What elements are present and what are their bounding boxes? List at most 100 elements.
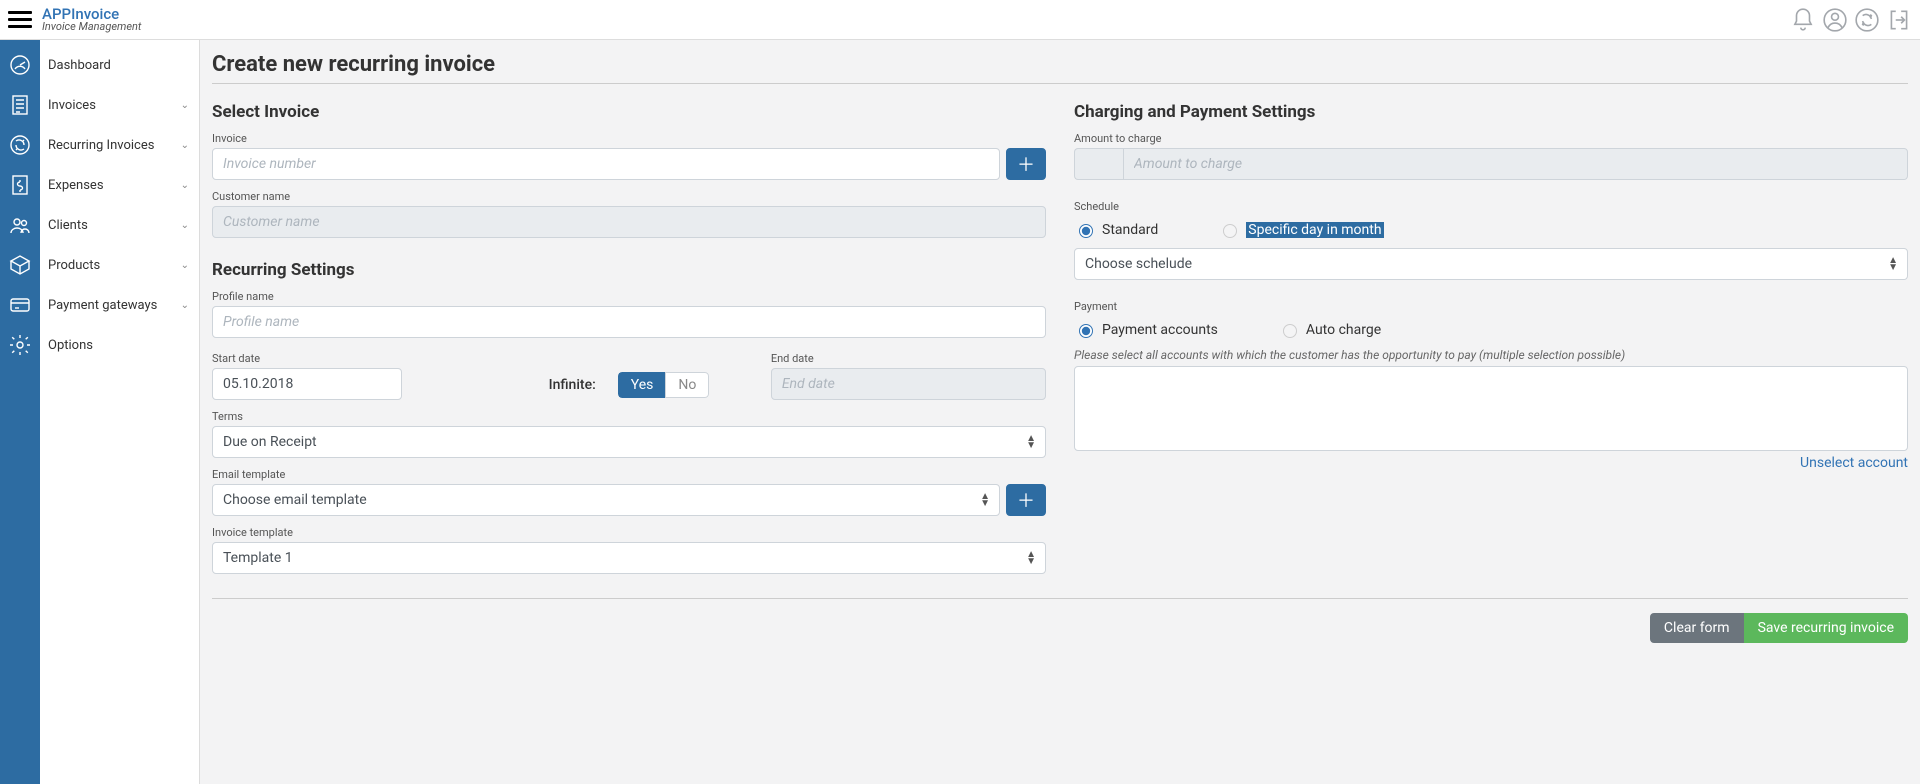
email-template-value: Choose email template [223,492,367,508]
sidebar-item-label: Dashboard [48,58,111,73]
sidebar-item-options[interactable]: Options [40,325,199,365]
clear-form-button[interactable]: Clear form [1650,613,1744,643]
menu-toggle-icon[interactable] [8,8,32,32]
auto-charge-label: Auto charge [1306,322,1381,338]
add-email-template-button[interactable]: ＋ [1006,484,1046,516]
right-column: Charging and Payment Settings Amount to … [1074,98,1908,574]
left-column: Select Invoice Invoice ＋ Customer name R… [212,98,1046,574]
divider [212,83,1908,84]
invoice-template-value: Template 1 [223,550,293,566]
end-date-input [771,368,1046,400]
sidebar-item-label: Products [48,258,100,273]
sidebar-item-products[interactable]: Products ⌄ [40,245,199,285]
header-icons [1790,7,1912,33]
main-content: Create new recurring invoice Select Invo… [200,40,1920,784]
sidebar-item-recurring[interactable]: Recurring Invoices ⌄ [40,125,199,165]
schedule-select[interactable]: Choose schelude [1074,248,1908,280]
logout-icon[interactable] [1886,7,1912,33]
auto-charge-radio[interactable]: Auto charge [1278,321,1381,338]
save-recurring-button[interactable]: Save recurring invoice [1744,613,1908,643]
schedule-specific-radio-input[interactable] [1223,224,1237,238]
sidebar-item-gateways[interactable]: Payment gateways ⌄ [40,285,199,325]
sidebar-item-label: Payment gateways [48,298,157,313]
infinite-no-button[interactable]: No [665,372,709,398]
chevron-down-icon: ⌄ [181,220,189,231]
amount-currency-prefix [1074,148,1123,180]
chevron-down-icon: ⌄ [181,140,189,151]
profile-name-input[interactable] [212,306,1046,338]
schedule-specific-label: Specific day in month [1246,222,1383,238]
unselect-account-link[interactable]: Unselect account [1800,455,1908,471]
profile-name-label: Profile name [212,290,1046,303]
rail-options-icon[interactable] [0,325,40,365]
schedule-standard-radio-input[interactable] [1079,224,1093,238]
invoice-number-input[interactable] [212,148,1000,180]
invoice-template-label: Invoice template [212,526,1046,539]
icon-rail [0,40,40,784]
amount-label: Amount to charge [1074,132,1908,145]
email-template-select[interactable]: Choose email template [212,484,1000,516]
schedule-standard-radio[interactable]: Standard [1074,221,1158,238]
section-recurring-title: Recurring Settings [212,260,1046,280]
brand-subtitle: Invoice Management [42,21,141,33]
rail-gateways-icon[interactable] [0,285,40,325]
schedule-specific-radio[interactable]: Specific day in month [1218,221,1383,238]
plus-icon: ＋ [1017,487,1035,513]
payment-hint: Please select all accounts with which th… [1074,348,1908,362]
customer-name-input [212,206,1046,238]
header: APPInvoice Invoice Management [0,0,1920,40]
rail-dashboard-icon[interactable] [0,45,40,85]
page-title: Create new recurring invoice [212,52,1908,77]
rail-invoices-icon[interactable] [0,85,40,125]
sidebar-item-expenses[interactable]: Expenses ⌄ [40,165,199,205]
start-date-input[interactable] [212,368,402,400]
payment-accounts-label: Payment accounts [1102,322,1218,338]
rail-products-icon[interactable] [0,245,40,285]
chevron-down-icon: ⌄ [181,260,189,271]
plus-icon: ＋ [1017,151,1035,177]
schedule-select-value: Choose schelude [1085,256,1192,272]
section-charging-title: Charging and Payment Settings [1074,102,1908,122]
chevron-down-icon: ⌄ [181,300,189,311]
add-invoice-button[interactable]: ＋ [1006,148,1046,180]
account-multiselect[interactable] [1074,366,1908,451]
header-left: APPInvoice Invoice Management [8,6,141,34]
invoice-template-select[interactable]: Template 1 [212,542,1046,574]
sidebar-item-label: Recurring Invoices [48,138,154,153]
schedule-standard-label: Standard [1102,222,1158,238]
infinite-label: Infinite: [549,377,596,393]
rail-expenses-icon[interactable] [0,165,40,205]
sidebar-item-dashboard[interactable]: Dashboard [40,45,199,85]
infinite-toggle: Yes No [618,372,710,398]
payment-accounts-radio[interactable]: Payment accounts [1074,321,1218,338]
section-select-invoice-title: Select Invoice [212,102,1046,122]
sidebar-item-label: Options [48,338,93,353]
email-template-label: Email template [212,468,1046,481]
sidebar: Dashboard Invoices ⌄ Recurring Invoices … [40,40,200,784]
infinite-yes-button[interactable]: Yes [618,372,666,398]
terms-label: Terms [212,410,1046,423]
payment-label: Payment [1074,300,1908,313]
sidebar-item-label: Invoices [48,98,96,113]
refresh-user-icon[interactable] [1854,7,1880,33]
sidebar-item-clients[interactable]: Clients ⌄ [40,205,199,245]
rail-clients-icon[interactable] [0,205,40,245]
terms-select[interactable]: Due on Receipt [212,426,1046,458]
end-date-label: End date [771,352,1046,365]
payment-accounts-radio-input[interactable] [1079,324,1093,338]
sidebar-item-invoices[interactable]: Invoices ⌄ [40,85,199,125]
customer-name-label: Customer name [212,190,1046,203]
sidebar-item-label: Expenses [48,178,104,193]
auto-charge-radio-input[interactable] [1283,324,1297,338]
rail-recurring-icon[interactable] [0,125,40,165]
chevron-down-icon: ⌄ [181,100,189,111]
amount-input [1123,148,1908,180]
chevron-down-icon: ⌄ [181,180,189,191]
invoice-label: Invoice [212,132,1046,145]
bell-icon[interactable] [1790,7,1816,33]
schedule-label: Schedule [1074,200,1908,213]
sidebar-item-label: Clients [48,218,88,233]
user-icon[interactable] [1822,7,1848,33]
start-date-label: Start date [212,352,487,365]
terms-value: Due on Receipt [223,434,317,450]
